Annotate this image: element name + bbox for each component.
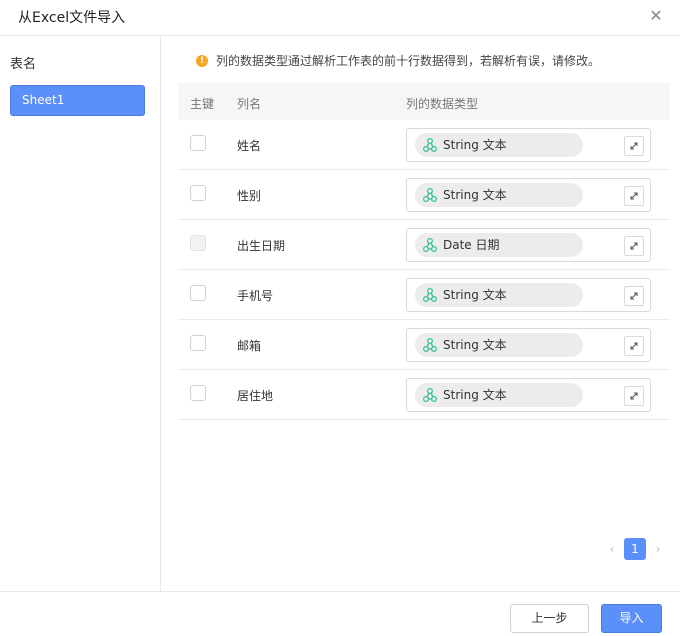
connection-icon <box>423 138 437 152</box>
column-name: 出生日期 <box>237 239 286 253</box>
expand-icon[interactable] <box>624 186 644 206</box>
expand-icon[interactable] <box>624 286 644 306</box>
expand-icon[interactable] <box>624 336 644 356</box>
data-type-label: String 文本 <box>443 388 507 402</box>
primary-key-checkbox <box>190 235 206 251</box>
pagination: ‹ 1 › <box>602 537 668 561</box>
warning-icon: ! <box>196 54 208 67</box>
pagination-page-1[interactable]: 1 <box>624 538 646 560</box>
column-name: 邮箱 <box>237 339 262 353</box>
connection-icon <box>423 288 437 302</box>
data-type-select[interactable]: String 文本 <box>406 128 651 162</box>
dialog-header: 从Excel文件导入 ✕ <box>0 0 680 36</box>
primary-key-checkbox[interactable] <box>190 135 206 151</box>
notice-text: 列的数据类型通过解析工作表的前十行数据得到，若解析有误，请修改。 <box>216 54 601 68</box>
close-icon[interactable]: ✕ <box>646 6 666 26</box>
primary-key-checkbox[interactable] <box>190 285 206 301</box>
data-type-select[interactable]: String 文本 <box>406 378 651 412</box>
connection-icon <box>423 188 437 202</box>
data-type-tag: Date 日期 <box>415 233 583 257</box>
header-column-name: 列名 <box>237 97 262 111</box>
header-data-type: 列的数据类型 <box>406 97 479 111</box>
table-header: 主键 列名 列的数据类型 <box>178 83 670 120</box>
primary-key-checkbox[interactable] <box>190 335 206 351</box>
parse-notice: ! 列的数据类型通过解析工作表的前十行数据得到，若解析有误，请修改。 <box>196 52 600 69</box>
primary-key-checkbox[interactable] <box>190 385 206 401</box>
dialog-footer: 上一步 导入 <box>0 591 680 636</box>
table-row: 性别 String 文本 <box>178 170 670 220</box>
expand-icon[interactable] <box>624 386 644 406</box>
data-type-tag: String 文本 <box>415 133 583 157</box>
expand-icon[interactable] <box>624 236 644 256</box>
data-type-label: String 文本 <box>443 288 507 302</box>
column-name: 性别 <box>237 189 262 203</box>
column-name: 姓名 <box>237 139 262 153</box>
header-primary-key: 主键 <box>190 97 215 111</box>
table-row: 邮箱 String 文本 <box>178 320 670 370</box>
dialog-title: 从Excel文件导入 <box>18 10 126 26</box>
data-type-select[interactable]: String 文本 <box>406 178 651 212</box>
data-type-tag: String 文本 <box>415 283 583 307</box>
connection-icon <box>423 238 437 252</box>
previous-step-button[interactable]: 上一步 <box>510 604 589 633</box>
data-type-label: Date 日期 <box>443 238 500 252</box>
data-type-label: String 文本 <box>443 138 507 152</box>
primary-key-checkbox[interactable] <box>190 185 206 201</box>
column-name: 手机号 <box>237 289 274 303</box>
sheet-sidebar: 表名 Sheet1 <box>0 37 161 591</box>
pagination-prev-icon[interactable]: ‹ <box>602 537 622 561</box>
data-type-tag: String 文本 <box>415 333 583 357</box>
import-button[interactable]: 导入 <box>601 604 662 633</box>
column-name: 居住地 <box>237 389 274 403</box>
table-row: 居住地 String 文本 <box>178 370 670 420</box>
connection-icon <box>423 338 437 352</box>
sheet-list-label: 表名 <box>10 57 37 72</box>
data-type-label: String 文本 <box>443 338 507 352</box>
table-row: 姓名 String 文本 <box>178 120 670 170</box>
connection-icon <box>423 388 437 402</box>
import-dialog: 从Excel文件导入 ✕ 表名 Sheet1 ! 列的数据类型通过解析工作表的前… <box>0 0 680 636</box>
data-type-select[interactable]: Date 日期 <box>406 228 651 262</box>
column-table: 主键 列名 列的数据类型 姓名 String 文本 性别 String 文本 出生日期 D… <box>178 83 670 420</box>
data-type-select[interactable]: String 文本 <box>406 278 651 312</box>
data-type-label: String 文本 <box>443 188 507 202</box>
column-config-panel: ! 列的数据类型通过解析工作表的前十行数据得到，若解析有误，请修改。 主键 列名… <box>162 37 680 591</box>
data-type-tag: String 文本 <box>415 183 583 207</box>
data-type-select[interactable]: String 文本 <box>406 328 651 362</box>
table-body: 姓名 String 文本 性别 String 文本 出生日期 Date 日期 手机号 Stri… <box>178 120 670 420</box>
sheet-item-sheet1[interactable]: Sheet1 <box>10 85 145 116</box>
table-row: 手机号 String 文本 <box>178 270 670 320</box>
data-type-tag: String 文本 <box>415 383 583 407</box>
expand-icon[interactable] <box>624 136 644 156</box>
table-row: 出生日期 Date 日期 <box>178 220 670 270</box>
pagination-next-icon[interactable]: › <box>648 537 668 561</box>
